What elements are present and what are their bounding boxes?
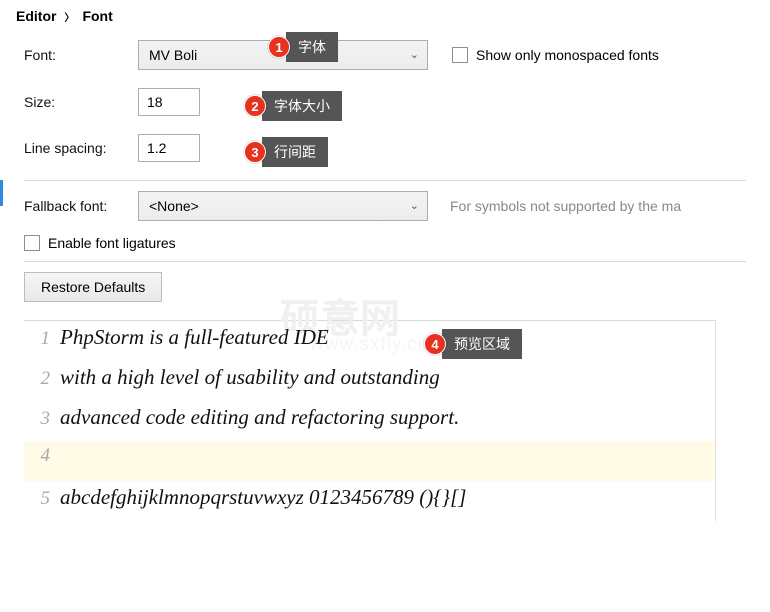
monospace-only-label: Show only monospaced fonts <box>476 47 659 63</box>
line-spacing-label: Line spacing: <box>24 140 138 156</box>
gutter-line-number: 1 <box>24 324 60 353</box>
fallback-select[interactable]: <None> ⌄ <box>138 191 428 221</box>
size-input[interactable] <box>138 88 200 116</box>
divider <box>24 261 746 262</box>
preview-line: with a high level of usability and outst… <box>60 361 440 394</box>
breadcrumb-parent[interactable]: Editor <box>16 8 56 24</box>
font-preview-area: 4 预览区域 1 PhpStorm is a full-featured IDE… <box>24 320 716 521</box>
fallback-select-value: <None> <box>149 198 199 214</box>
chevron-down-icon: ⌄ <box>410 199 419 212</box>
left-indicator-strip <box>0 180 3 206</box>
ligatures-checkbox[interactable]: Enable font ligatures <box>24 235 176 251</box>
breadcrumb: Editor 〉 Font <box>0 0 770 32</box>
checkbox-box <box>24 235 40 251</box>
gutter-line-number: 3 <box>24 404 60 433</box>
callout-3-label: 行间距 <box>262 137 328 167</box>
divider <box>24 180 746 181</box>
gutter-line-number: 2 <box>24 364 60 393</box>
gutter-line-number: 5 <box>24 484 60 513</box>
font-select-value: MV Boli <box>149 47 197 63</box>
font-select[interactable]: MV Boli ⌄ <box>138 40 428 70</box>
size-label: Size: <box>24 94 138 110</box>
font-label: Font: <box>24 47 138 63</box>
preview-line: PhpStorm is a full-featured IDE <box>60 321 329 354</box>
gutter-line-number: 4 <box>24 441 60 470</box>
fallback-label: Fallback font: <box>24 198 138 214</box>
callout-2-badge: 2 <box>244 95 266 117</box>
callout-2-label: 字体大小 <box>262 91 342 121</box>
checkbox-box <box>452 47 468 63</box>
line-spacing-input[interactable] <box>138 134 200 162</box>
restore-defaults-button[interactable]: Restore Defaults <box>24 272 162 302</box>
breadcrumb-child[interactable]: Font <box>82 8 112 24</box>
chevron-right-icon: 〉 <box>64 9 74 24</box>
preview-line: advanced code editing and refactoring su… <box>60 401 459 434</box>
chevron-down-icon: ⌄ <box>410 48 419 61</box>
callout-3-badge: 3 <box>244 141 266 163</box>
fallback-hint: For symbols not supported by the ma <box>450 198 681 214</box>
ligatures-label: Enable font ligatures <box>48 235 176 251</box>
preview-line: abcdefghijklmnopqrstuvwxyz 0123456789 ()… <box>60 481 466 514</box>
monospace-only-checkbox[interactable]: Show only monospaced fonts <box>452 47 659 63</box>
